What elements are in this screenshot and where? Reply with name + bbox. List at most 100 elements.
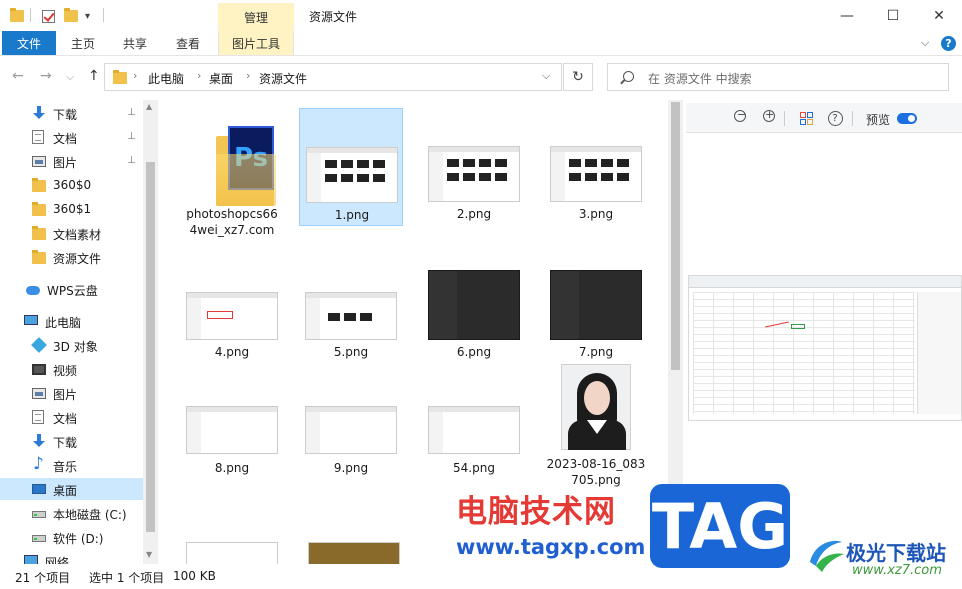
selection-size: 100 KB	[173, 569, 216, 583]
preview-toggle[interactable]	[897, 113, 917, 124]
file-item[interactable]: Psphotoshopcs66 4wei_xz7.com	[180, 108, 284, 237]
customize-toolbar-icon[interactable]: ▾	[85, 6, 90, 26]
maximize-button[interactable]: ☐	[870, 0, 916, 31]
preview-toolbar: − + ? 预览	[686, 103, 962, 133]
minimize-button[interactable]: —	[824, 0, 870, 31]
divider	[852, 111, 853, 126]
sidebar-item-8[interactable]: 此电脑	[0, 310, 143, 332]
help-button[interactable]: ?	[941, 36, 956, 51]
forward-arrow-icon[interactable]: →	[40, 68, 52, 84]
tab-view[interactable]: 查看	[165, 31, 211, 55]
sidebar-item-2[interactable]: 图片 ⊥	[0, 150, 143, 172]
help-icon: ?	[827, 110, 843, 126]
breadcrumb-desktop[interactable]: 桌面	[209, 70, 233, 87]
breadcrumb-resource-files[interactable]: 资源文件	[259, 70, 307, 87]
chevron-right-icon: ›	[133, 69, 138, 82]
watermark-tag-logo: TAG	[650, 484, 790, 568]
sidebar-item-label: 360$1	[53, 202, 92, 216]
back-arrow-icon[interactable]: ←	[12, 68, 24, 84]
file-item[interactable]: 1.png	[299, 108, 403, 226]
file-item[interactable]: 2.png	[422, 108, 526, 226]
close-button[interactable]: ✕	[916, 0, 962, 31]
breadcrumb-this-pc[interactable]: 此电脑	[148, 70, 184, 87]
refresh-button[interactable]: ↻	[563, 63, 593, 91]
manage-tab[interactable]: 管理	[218, 3, 294, 31]
properties-check-icon[interactable]	[42, 6, 55, 26]
sidebar-item-label: 3D 对象	[53, 340, 98, 354]
sidebar-item-1[interactable]: 文档 ⊥	[0, 126, 143, 148]
spreadsheet-side-panel	[917, 292, 961, 414]
sidebar-item-14[interactable]: 音乐	[0, 454, 143, 476]
expand-ribbon-icon[interactable]: ⌵	[921, 36, 929, 50]
quick-access-folder-icon[interactable]	[10, 6, 24, 26]
grid-view-button[interactable]	[798, 110, 814, 126]
scroll-up-icon[interactable]: ▲	[146, 102, 152, 111]
file-name: 9.png	[333, 461, 369, 475]
sidebar-item-label: 网络	[45, 556, 70, 564]
sidebar-item-4[interactable]: 360$1	[0, 198, 143, 220]
sidebar-scroll-thumb[interactable]	[146, 162, 155, 532]
address-dropdown-icon[interactable]: ⌵	[542, 69, 550, 83]
sidebar-item-label: 桌面	[53, 484, 78, 498]
help-button[interactable]: ?	[827, 110, 843, 126]
watermark-brand: 极光下载站	[846, 541, 946, 565]
tab-file[interactable]: 文件	[2, 31, 56, 55]
chevron-right-icon: ›	[246, 69, 251, 82]
up-arrow-icon[interactable]: ↑	[88, 68, 100, 84]
file-item[interactable]: 2023-08-16_083 705.png	[544, 364, 648, 490]
search-input[interactable]: 在 资源文件 中搜索	[607, 63, 949, 91]
title-bar: ▾ 管理 资源文件 — ☐ ✕	[0, 0, 962, 31]
video-icon	[32, 364, 46, 375]
image-thumbnail	[428, 270, 520, 340]
preview-image	[688, 275, 962, 421]
sidebar-item-label: 软件 (D:)	[53, 532, 104, 546]
zoom-in-button[interactable]: +	[763, 108, 779, 126]
sidebar-item-18[interactable]: 网络	[0, 550, 143, 564]
file-name: 4wei_xz7.com	[189, 223, 275, 237]
new-folder-icon[interactable]	[64, 6, 78, 26]
sidebar-item-17[interactable]: 软件 (D:)	[0, 526, 143, 548]
sidebar-item-label: 音乐	[53, 460, 78, 474]
file-name: 3.png	[578, 207, 614, 221]
file-item[interactable]: 54.png	[422, 364, 526, 482]
file-item[interactable]: 3.png	[544, 108, 648, 226]
sidebar-item-10[interactable]: 视频	[0, 358, 143, 380]
tab-picture-tools[interactable]: 图片工具	[218, 31, 294, 55]
image-thumbnail	[550, 270, 642, 340]
sidebar-item-7[interactable]: WPS云盘	[0, 278, 143, 300]
sidebar-item-11[interactable]: 图片	[0, 382, 143, 404]
zoom-out-button[interactable]: −	[734, 108, 750, 126]
sidebar-item-label: 此电脑	[45, 316, 82, 330]
file-name: 7.png	[578, 345, 614, 359]
sidebar-item-12[interactable]: 文档	[0, 406, 143, 428]
tab-share[interactable]: 共享	[112, 31, 158, 55]
address-bar[interactable]: › 此电脑 › 桌面 › 资源文件 ⌵	[104, 63, 562, 91]
sidebar-item-3[interactable]: 360$0	[0, 174, 143, 196]
sidebar-item-9[interactable]: 3D 对象	[0, 334, 143, 356]
tab-home[interactable]: 主页	[60, 31, 106, 55]
image-thumbnail	[561, 364, 631, 450]
sidebar-item-label: 本地磁盘 (C:)	[53, 508, 127, 522]
sidebar-item-0[interactable]: 下载 ⊥	[0, 102, 143, 124]
sidebar-scrollbar[interactable]: ▲ ▼	[143, 100, 158, 564]
sidebar-item-15[interactable]: 桌面	[0, 478, 143, 500]
image-thumbnail[interactable]	[186, 542, 278, 564]
file-item[interactable]: 9.png	[299, 364, 403, 482]
watermark-brand-url: www.xz7.com	[852, 563, 942, 578]
sidebar-item-5[interactable]: 文档素材	[0, 222, 143, 244]
file-name: 8.png	[214, 461, 250, 475]
download-icon	[32, 106, 46, 120]
sidebar-item-6[interactable]: 资源文件	[0, 246, 143, 268]
photoshop-folder-icon: Ps	[216, 126, 278, 206]
chevron-right-icon: ›	[197, 69, 202, 82]
recent-locations-icon[interactable]: ⌵	[66, 70, 74, 84]
image-thumbnail	[428, 406, 520, 454]
file-item[interactable]: 8.png	[180, 364, 284, 482]
sidebar-item-13[interactable]: 下载	[0, 430, 143, 452]
sidebar-item-16[interactable]: 本地磁盘 (C:)	[0, 502, 143, 524]
image-thumbnail	[186, 292, 278, 340]
drive-icon	[32, 511, 46, 518]
scroll-down-icon[interactable]: ▼	[146, 550, 152, 559]
file-view-scroll-thumb[interactable]	[671, 102, 680, 370]
image-thumbnail[interactable]	[308, 542, 400, 564]
